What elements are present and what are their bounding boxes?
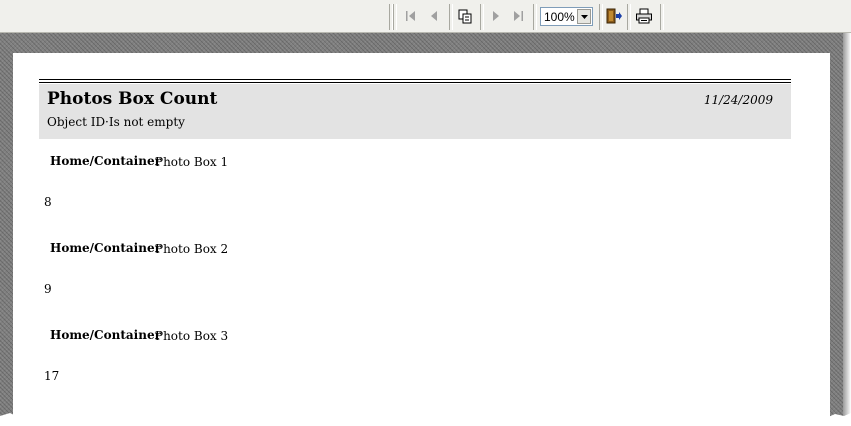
header-rule: [39, 82, 791, 83]
group-value: Photo Box 2: [155, 242, 229, 256]
toolbar-separator: [449, 4, 453, 30]
next-page-icon: [493, 11, 499, 21]
group-value: Photo Box 3: [155, 329, 229, 343]
toolbar-separator: [660, 4, 664, 30]
torn-edge: [0, 412, 851, 426]
print-icon: [636, 8, 652, 24]
toolbar-separator: [599, 4, 603, 30]
zoom-select[interactable]: 100%: [540, 7, 593, 26]
group-count: 8: [44, 195, 52, 209]
group-value: Photo Box 1: [155, 155, 229, 169]
next-page-button[interactable]: [486, 6, 506, 26]
last-page-icon: [514, 11, 523, 21]
toolbar-separator: [533, 4, 537, 30]
group-label: Home/Container: [50, 328, 161, 342]
exit-icon: [606, 8, 622, 24]
chevron-down-icon[interactable]: [577, 9, 591, 24]
report-filter: Object ID·Is not empty: [47, 115, 185, 129]
last-page-button[interactable]: [508, 6, 528, 26]
zoom-value: 100%: [544, 10, 575, 24]
toolbar-separator: [480, 4, 484, 30]
header-rule: [39, 79, 791, 80]
toolbar-separator: [627, 4, 631, 30]
group-label: Home/Container: [50, 154, 161, 168]
report-date: 11/24/2009: [703, 93, 773, 107]
first-page-icon: [406, 11, 415, 21]
exit-button[interactable]: [604, 6, 624, 26]
copy-pages-icon: [458, 9, 472, 24]
first-page-button[interactable]: [401, 6, 421, 26]
group-label: Home/Container: [50, 241, 161, 255]
previous-page-button[interactable]: [424, 6, 444, 26]
preview-toolbar: 100%: [0, 0, 851, 33]
toolbar-separator: [393, 4, 397, 30]
report-title: Photos Box Count: [47, 89, 218, 109]
group-count: 9: [44, 282, 52, 296]
print-button[interactable]: [634, 6, 654, 26]
copy-pages-button[interactable]: [455, 6, 475, 26]
group-count: 17: [44, 369, 60, 383]
previous-page-icon: [431, 11, 437, 21]
window-shadow: [843, 33, 851, 426]
